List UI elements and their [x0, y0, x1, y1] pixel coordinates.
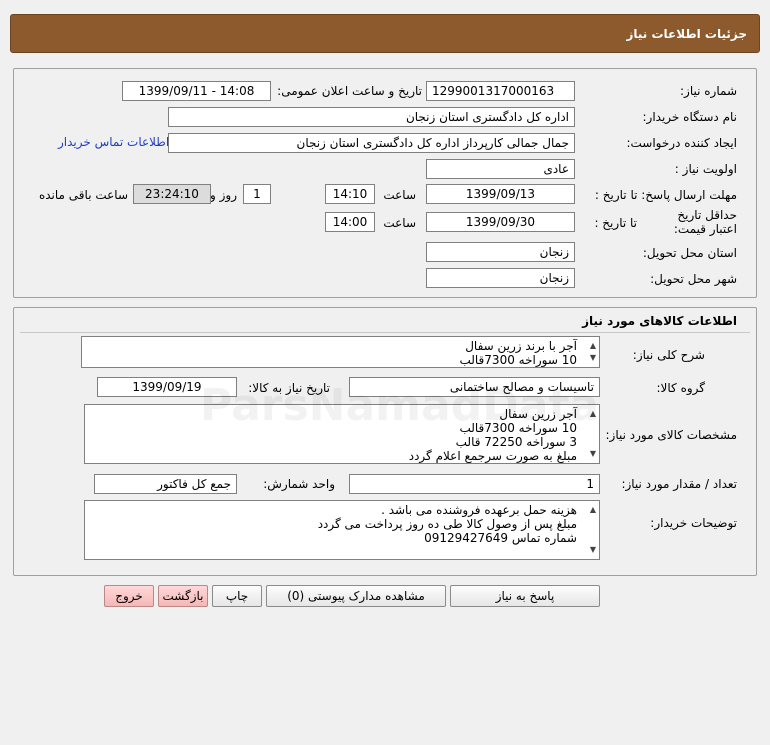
- scroll-down-icon[interactable]: ▼: [590, 351, 596, 365]
- validity-time-field: 14:00: [325, 212, 375, 232]
- validity-to-label: تا تاریخ :: [594, 216, 637, 230]
- page-title: جزئیات اطلاعات نیاز: [626, 27, 747, 41]
- unit-field: جمع کل فاکتور: [94, 474, 237, 494]
- summary-line: آجر با برند زرین سفال: [465, 339, 577, 353]
- buyer-org-label: نام دستگاه خریدار:: [642, 110, 738, 124]
- page-header: جزئیات اطلاعات نیاز: [10, 14, 760, 53]
- goods-section-divider: [20, 332, 750, 333]
- reply-button[interactable]: پاسخ به نیاز: [450, 585, 600, 607]
- days-label: روز و: [210, 188, 237, 202]
- scroll-down-icon[interactable]: ▼: [590, 447, 596, 461]
- exit-button[interactable]: خروج: [104, 585, 154, 607]
- buyer-org-field: اداره کل دادگستری استان زنجان: [168, 107, 575, 127]
- specs-line: 3 سوراخه 72250 قالب: [455, 435, 577, 449]
- deadline-time-label: ساعت: [383, 188, 416, 202]
- validity-time-label: ساعت: [383, 216, 416, 230]
- creator-label: ایجاد کننده درخواست:: [626, 136, 737, 150]
- province-label: استان محل تحویل:: [642, 246, 737, 260]
- remaining-label: ساعت باقی مانده: [38, 188, 128, 202]
- summary-label: شرح کلی نیاز:: [632, 348, 705, 362]
- creator-field: جمال جمالی کارپرداز اداره کل دادگستری اس…: [168, 133, 575, 153]
- attachments-button[interactable]: مشاهده مدارک پیوستی (0): [266, 585, 446, 607]
- watermark: ParsNamadData: [200, 380, 600, 431]
- need-number-field: 1299001317000163: [426, 81, 575, 101]
- need-number-label: شماره نیاز:: [680, 84, 737, 98]
- buyer-notes-line: مبلغ پس از وصول کالا طی ده روز پرداخت می…: [317, 517, 577, 531]
- specs-label: مشخصات کالای مورد نیاز:: [605, 428, 737, 442]
- buyer-contact-link[interactable]: اطلاعات تماس خریدار: [58, 135, 169, 149]
- priority-label: اولویت نیاز :: [674, 162, 737, 176]
- priority-field: عادی: [426, 159, 575, 179]
- validity-label: حداقل تاریخ اعتبار قیمت:: [657, 208, 737, 236]
- specs-line: مبلغ به صورت سرجمع اعلام گردد: [408, 449, 577, 463]
- province-field: زنجان: [426, 242, 575, 262]
- deadline-date-field: 1399/09/13: [426, 184, 575, 204]
- qty-field: 1: [349, 474, 600, 494]
- summary-textarea[interactable]: آجر با برند زرین سفال 10 سوراخه 7300قالب…: [81, 336, 600, 368]
- print-button[interactable]: چاپ: [212, 585, 262, 607]
- buyer-notes-label: توضیحات خریدار:: [650, 516, 737, 530]
- deadline-time-field: 14:10: [325, 184, 375, 204]
- goods-section-title: اطلاعات کالاهای مورد نیاز: [582, 314, 737, 328]
- city-field: زنجان: [426, 268, 575, 288]
- scroll-up-icon[interactable]: ▲: [590, 503, 596, 517]
- qty-label: تعداد / مقدار مورد نیاز:: [621, 477, 737, 491]
- buyer-notes-line: هزینه حمل برعهده فروشنده می باشد .: [381, 503, 577, 517]
- scroll-down-icon[interactable]: ▼: [590, 543, 596, 557]
- need-info-panel: [13, 68, 757, 298]
- group-label: گروه کالا:: [656, 381, 706, 395]
- unit-label: واحد شمارش:: [263, 477, 335, 491]
- remaining-time-field: 23:24:10: [133, 184, 211, 204]
- buyer-notes-textarea[interactable]: هزینه حمل برعهده فروشنده می باشد . مبلغ …: [84, 500, 600, 560]
- validity-label-text: حداقل تاریخ اعتبار قیمت:: [673, 208, 737, 236]
- city-label: شهر محل تحویل:: [650, 272, 737, 286]
- announce-field: 1399/09/11 - 14:08: [122, 81, 271, 101]
- summary-line: 10 سوراخه 7300قالب: [459, 353, 577, 367]
- announce-label: تاریخ و ساعت اعلان عمومی:: [277, 84, 422, 98]
- days-field: 1: [243, 184, 271, 204]
- deadline-label: مهلت ارسال پاسخ: تا تاریخ :: [594, 188, 737, 202]
- buyer-notes-line: شماره تماس 09129427649: [424, 531, 577, 545]
- buyer-notes-scrollbar[interactable]: ▲ ▼: [583, 501, 599, 559]
- summary-scrollbar[interactable]: ▲ ▼: [583, 337, 599, 367]
- back-button[interactable]: بازگشت: [158, 585, 208, 607]
- validity-date-field: 1399/09/30: [426, 212, 575, 232]
